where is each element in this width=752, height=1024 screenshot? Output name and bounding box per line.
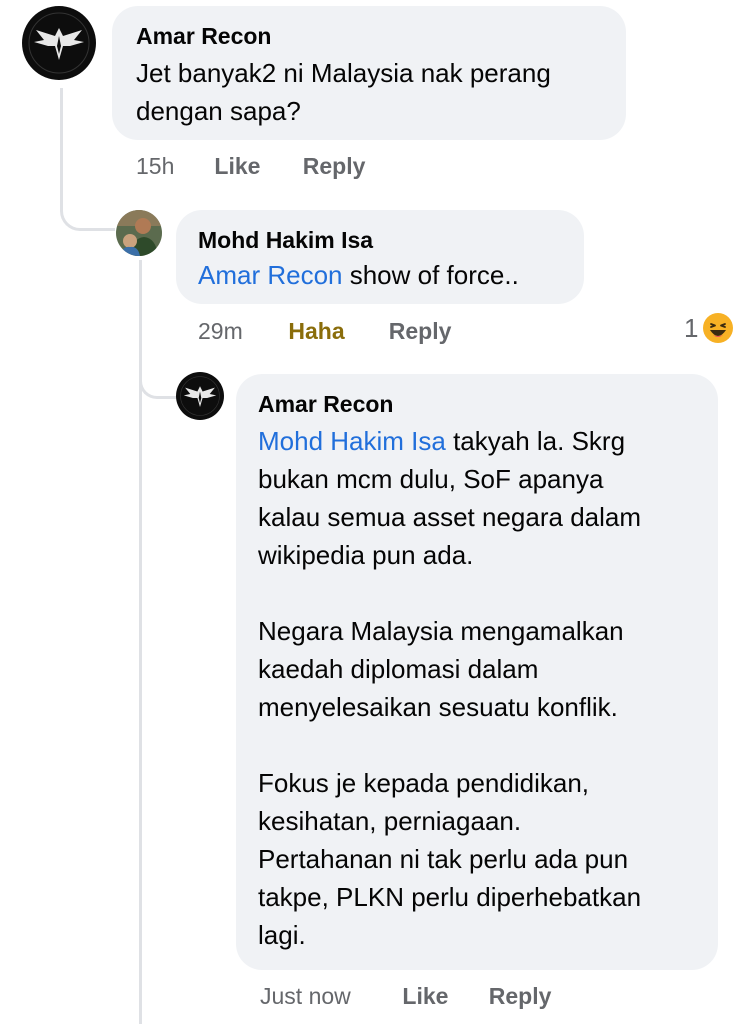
comment-text-line: Negara Malaysia mengamalkan xyxy=(258,616,624,646)
comment-timestamp[interactable]: Just now xyxy=(260,982,396,1010)
comment-bubble: Amar Recon Mohd Hakim Isa takyah la. Skr… xyxy=(236,374,718,970)
reply-button[interactable]: Reply xyxy=(489,982,552,1010)
comment-bubble: Amar Recon Jet banyak2 ni Malaysia nak p… xyxy=(112,6,626,140)
comment-text-line: dengan sapa? xyxy=(136,96,301,126)
haha-emoji-icon xyxy=(703,313,734,343)
avatar[interactable] xyxy=(116,210,162,256)
comment-text-line: Mohd Hakim Isa takyah la. Skrg xyxy=(258,422,696,460)
comment-text-line: kaedah diplomasi dalam xyxy=(258,654,539,684)
comment-text-line: lagi. xyxy=(258,920,306,950)
haha-reaction-button[interactable]: Haha xyxy=(288,317,382,345)
comment-timestamp[interactable]: 15h xyxy=(136,152,208,180)
reaction-count: 1 xyxy=(684,313,699,343)
comment-text-line: wikipedia pun ada. xyxy=(258,540,474,570)
comment-text-line: Jet banyak2 ni Malaysia nak perang xyxy=(136,58,551,88)
comment-text-line xyxy=(258,726,696,764)
mention-link[interactable]: Mohd Hakim Isa xyxy=(258,426,446,456)
wings-emblem-icon xyxy=(23,7,95,79)
comment-text-line: kalau semua asset negara dalam xyxy=(258,502,642,532)
comment-text-line: takpe, PLKN perlu diperhebatkan xyxy=(258,882,642,912)
comment-timestamp[interactable]: 29m xyxy=(198,317,282,345)
reaction-summary[interactable]: 1 xyxy=(684,312,734,344)
comment-text-body: show of force.. xyxy=(342,260,519,290)
profile-photo-icon xyxy=(116,210,162,256)
thread-line-curve-1 xyxy=(60,190,115,231)
reply-button[interactable]: Reply xyxy=(389,317,452,345)
like-button[interactable]: Like xyxy=(402,982,482,1010)
comment-text-body: takyah la. Skrg xyxy=(445,426,626,456)
comment-text-line: Fokus je kepada pendidikan, xyxy=(258,768,590,798)
comment-text-line: menyelesaikan sesuatu konflik. xyxy=(258,692,618,722)
comment-text-line: kesihatan, perniagaan. xyxy=(258,806,522,836)
avatar[interactable] xyxy=(22,6,96,80)
comment-author[interactable]: Amar Recon xyxy=(136,22,602,50)
like-button[interactable]: Like xyxy=(214,152,296,180)
avatar[interactable] xyxy=(176,372,224,420)
wings-emblem-icon xyxy=(176,372,224,420)
comment-actions: 29m Haha Reply xyxy=(198,317,451,345)
comment-author[interactable]: Amar Recon xyxy=(258,390,696,418)
comment-actions: Just now Like Reply xyxy=(260,982,551,1010)
comment-text: Amar Recon show of force.. xyxy=(198,256,562,294)
thread-line-curve-2 xyxy=(139,360,176,399)
reply-button[interactable]: Reply xyxy=(303,152,366,180)
comment-author[interactable]: Mohd Hakim Isa xyxy=(198,226,562,254)
thread-line-main xyxy=(60,88,63,206)
comment-bubble: Mohd Hakim Isa Amar Recon show of force.… xyxy=(176,210,584,304)
comment-text-line xyxy=(258,574,696,612)
comment-text-line: Pertahanan ni tak perlu ada pun xyxy=(258,844,629,874)
mention-link[interactable]: Amar Recon xyxy=(198,260,343,290)
comment-text-line: bukan mcm dulu, SoF apanya xyxy=(258,464,604,494)
comment-actions: 15h Like Reply xyxy=(136,152,365,180)
